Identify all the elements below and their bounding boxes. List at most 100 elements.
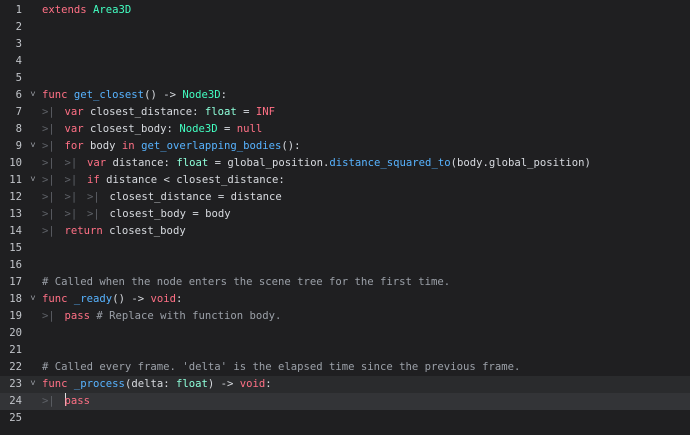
code-line[interactable]: 2 [0,19,690,36]
code-line[interactable]: 13 >| >| >| closest_body = body [0,206,690,223]
line-number: 15 [9,242,22,254]
code-line[interactable]: 11 ˅ >| >| if distance < closest_distance: [0,172,690,189]
code-line[interactable]: 15 [0,240,690,257]
tab-indent-icon: >| [87,191,100,203]
tab-indent-icon: >| [64,208,78,220]
line-number: 13 [9,208,22,220]
code-line[interactable]: 4 [0,53,690,70]
code-line[interactable]: 23 ˅ func _process(delta: float) -> void: [0,376,690,393]
code-token: in [121,140,135,152]
code-token: void [239,378,266,390]
line-number: 7 [15,106,22,118]
line-number: 21 [9,344,22,356]
code-line[interactable]: 5 [0,70,690,87]
code-token: ) -> [207,378,240,390]
code-line[interactable]: 3 [0,36,690,53]
line-number: 19 [9,310,22,322]
tab-indent-icon: >| [42,310,55,322]
line-number: 16 [9,259,22,271]
code-token: var [87,157,107,169]
code-token: # Called every frame. 'delta' is the ela… [42,361,521,373]
tab-indent-icon: >| [87,208,100,220]
code-token: (body.global_position) [450,157,591,169]
code-editor[interactable]: 1 extends Area3D 2 3 4 5 6 ˅ func get_closest () … [0,2,690,435]
code-text: >| for body in get_overlapping_bodies(): [42,138,301,155]
tab-indent-icon: >| [64,174,78,186]
code-line[interactable]: 25 [0,410,690,427]
line-number: 11 [9,174,22,186]
code-token: # Called when the node enters the scene … [42,276,451,288]
code-line[interactable]: 7 >| var closest_distance: float = INF [0,104,690,121]
line-number: 18 [9,293,22,305]
line-number: 8 [15,123,22,135]
code-line[interactable]: 9 ˅ >| for body in get_overlapping_bodies()… [0,138,690,155]
code-token: get_overlapping_bodies [141,140,282,152]
code-text: >| >| >| closest_body = body [42,206,231,223]
code-token: if [87,174,100,186]
code-token: : [175,293,183,305]
code-line[interactable]: 24 >| pass [0,393,690,410]
code-token: : [220,89,228,101]
code-token: = [236,106,256,118]
fold-chevron-icon[interactable]: ˅ [28,138,38,155]
code-line[interactable]: 10 >| >| var distance: float = global_posit… [0,155,690,172]
code-token: # Replace with function body. [96,310,282,322]
code-token: float [204,106,237,118]
code-line[interactable]: 6 ˅ func get_closest() -> Node3D: [0,87,690,104]
code-line[interactable]: 12 >| >| >| closest_distance = distance [0,189,690,206]
line-number: 17 [9,276,22,288]
code-line[interactable]: 16 [0,257,690,274]
code-token: _ready [73,293,113,305]
fold-chevron-icon[interactable]: ˅ [28,376,38,393]
code-line[interactable]: 1 extends Area3D [0,2,690,19]
code-token: pass [64,395,91,407]
tab-indent-icon: >| [42,208,55,220]
tab-indent-icon: >| [42,140,55,152]
code-token: get_closest [73,89,145,101]
code-text: # Called every frame. 'delta' is the ela… [42,359,520,376]
tab-indent-icon: >| [42,157,55,169]
code-text: >| >| var distance: float = global_positio… [42,155,591,172]
code-text: # Called when the node enters the scene … [42,274,450,291]
code-text: >| pass # Replace with function body. [42,308,281,325]
fold-chevron-icon[interactable]: ˅ [28,87,38,104]
line-number: 20 [9,327,22,339]
code-token: pass [64,310,91,322]
code-token: = global_position. [208,157,330,169]
code-token: closest_body = body [109,208,231,220]
code-token: : [265,378,272,390]
code-line[interactable]: 20 [0,325,690,342]
tab-indent-icon: >| [42,395,55,407]
code-token: body [83,140,122,152]
code-token: distance < closest_distance: [99,174,285,186]
code-token: float [175,378,208,390]
tab-indent-icon: >| [42,225,55,237]
code-line[interactable]: 8 >| var closest_body: Node3D = null [0,121,690,138]
line-number: 12 [9,191,22,203]
line-number: 25 [9,412,22,424]
line-number: 2 [15,21,22,33]
code-token: closest_distance: [83,106,205,118]
code-token: _process [73,378,125,390]
code-text: >| var closest_distance: float = INF [42,104,275,121]
code-line[interactable]: 22 # Called every frame. 'delta' is the e… [0,359,690,376]
code-token: () -> [112,293,151,305]
code-line[interactable]: 18 ˅ func _ready() -> void: [0,291,690,308]
code-token: Area3D [93,4,132,16]
code-token: (delta: [124,378,176,390]
line-number: 10 [9,157,22,169]
fold-chevron-icon[interactable]: ˅ [28,172,38,189]
fold-chevron-icon[interactable]: ˅ [28,291,38,308]
line-number: 1 [15,4,22,16]
code-line[interactable]: 19 >| pass # Replace with function body. [0,308,690,325]
code-line[interactable]: 14 >| return closest_body [0,223,690,240]
code-token: func [42,378,68,390]
code-token: INF [255,106,275,118]
code-token: var [64,123,84,135]
line-number: 6 [15,89,22,101]
code-text: >| pass [42,393,90,410]
code-line[interactable]: 17 # Called when the node enters the scen… [0,274,690,291]
code-token: (): [281,140,301,152]
code-line[interactable]: 21 [0,342,690,359]
code-text: func _ready() -> void: [42,291,182,308]
